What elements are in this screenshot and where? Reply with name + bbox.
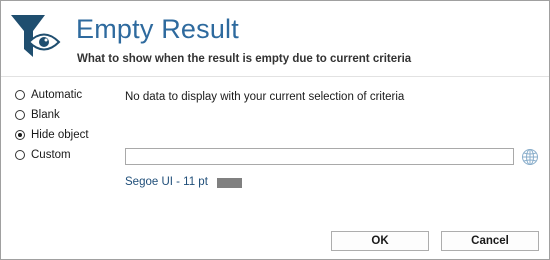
filter-eye-icon (11, 15, 61, 57)
dialog-subtitle: What to show when the result is empty du… (77, 53, 412, 65)
custom-text-input[interactable] (125, 148, 514, 165)
cancel-button[interactable]: Cancel (441, 231, 539, 251)
option-custom-label: Custom (31, 149, 71, 161)
dialog-title: Empty Result (76, 14, 239, 44)
option-custom[interactable]: Custom (15, 149, 71, 161)
ok-button[interactable]: OK (331, 231, 429, 251)
option-hide-object-label: Hide object (31, 129, 89, 141)
option-automatic[interactable]: Automatic (15, 89, 82, 101)
radio-custom[interactable] (15, 150, 25, 160)
radio-automatic[interactable] (15, 90, 25, 100)
dialog-header: Empty Result What to show when the resul… (1, 1, 549, 76)
header-divider (1, 76, 549, 77)
font-selector-link[interactable]: Segoe UI - 11 pt (125, 176, 208, 188)
option-automatic-label: Automatic (31, 89, 83, 101)
option-blank[interactable]: Blank (15, 109, 60, 121)
option-blank-label: Blank (31, 109, 60, 121)
font-color-swatch[interactable] (217, 178, 242, 188)
option-hide-object[interactable]: Hide object (15, 129, 89, 141)
radio-blank[interactable] (15, 110, 25, 120)
automatic-preview-text: No data to display with your current sel… (125, 91, 405, 103)
globe-icon[interactable] (521, 148, 539, 166)
empty-result-dialog: Empty Result What to show when the resul… (0, 0, 550, 260)
radio-hide-object[interactable] (15, 130, 25, 140)
